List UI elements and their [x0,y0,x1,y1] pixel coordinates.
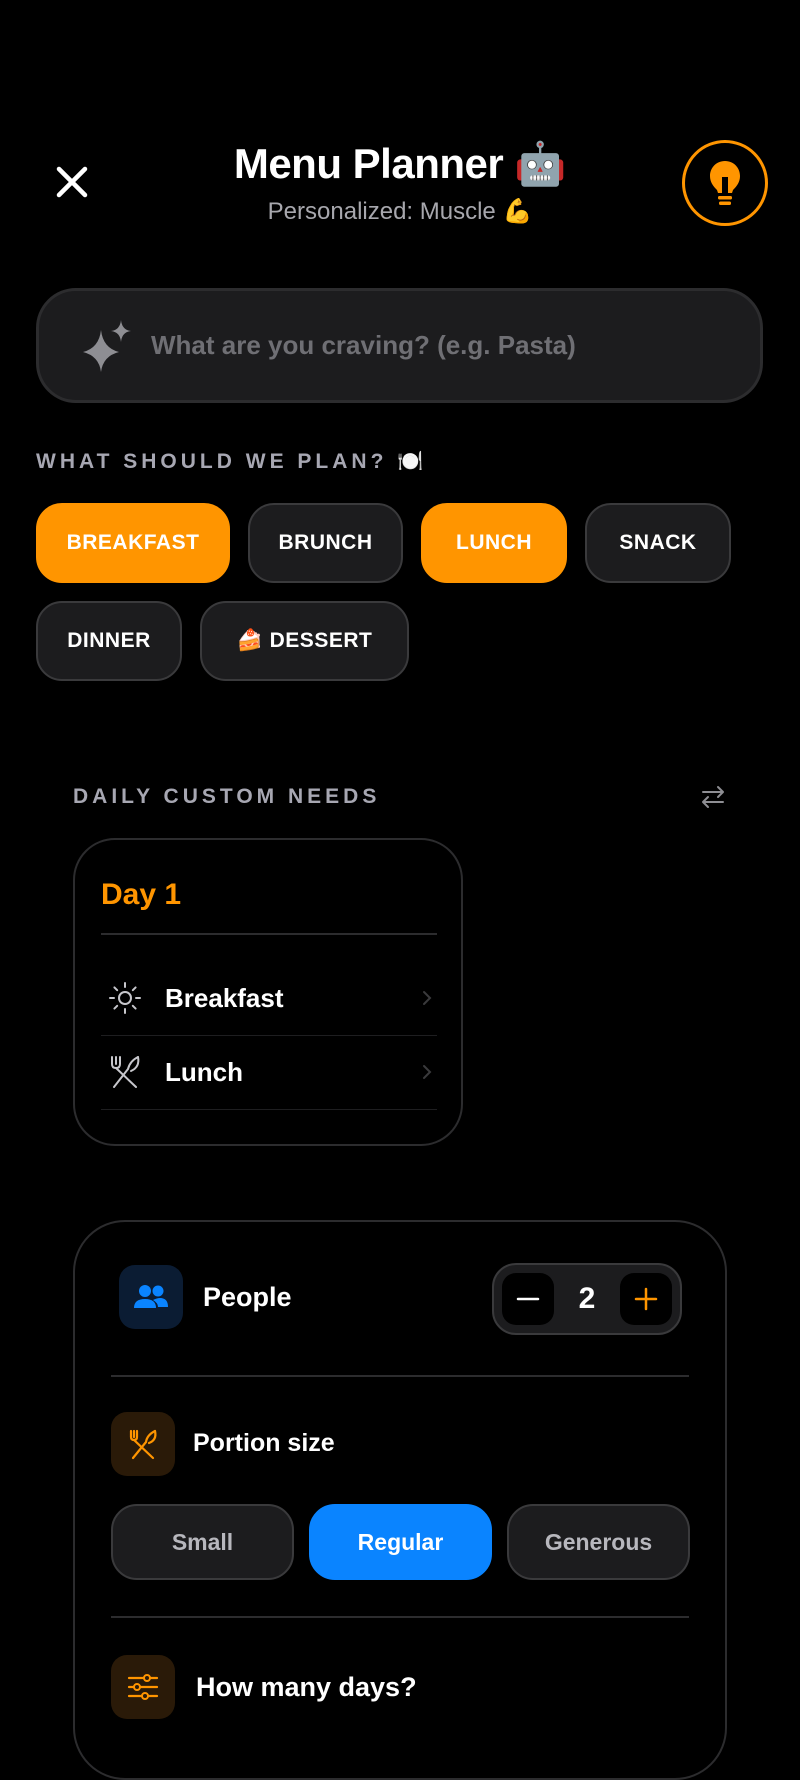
page-subtitle: Personalized: Muscle 💪 [267,198,533,225]
divider [111,1375,689,1377]
meal-label: Lunch [165,1056,243,1087]
day-card: Day 1 Breakfast Lunch [73,838,463,1146]
day-title: Day 1 [101,878,182,911]
page-title: Menu Planner 🤖 [233,140,567,187]
chevron-right-icon [417,1062,437,1082]
people-stepper: 2 [492,1263,682,1335]
search-input[interactable] [149,329,713,362]
craving-search [36,288,763,403]
meal-row-breakfast[interactable]: Breakfast [101,961,437,1036]
plus-icon [634,1287,658,1311]
portion-label: Portion size [193,1429,335,1457]
chip-dessert[interactable]: 🍰 DESSERT [200,601,409,681]
lightbulb-icon [710,161,740,205]
increment-button[interactable] [620,1273,672,1325]
divider [111,1616,689,1618]
portion-generous[interactable]: Generous [507,1504,690,1580]
divider [101,933,437,935]
daily-needs-label: DAILY CUSTOM NEEDS [73,785,381,808]
swap-button[interactable] [698,782,728,812]
minus-icon [516,1297,540,1301]
chip-lunch[interactable]: LUNCH [421,503,567,583]
tips-button[interactable] [682,140,768,226]
fork-knife-icon [111,1412,175,1476]
plan-section-label: WHAT SHOULD WE PLAN? 🍽️ [36,450,428,473]
people-count: 2 [578,1282,596,1315]
chip-brunch[interactable]: BRUNCH [248,503,403,583]
decrement-button[interactable] [502,1273,554,1325]
meal-row-lunch[interactable]: Lunch [101,1035,437,1110]
meal-label: Breakfast [165,982,284,1013]
days-label: How many days? [196,1672,417,1702]
people-label: People [203,1282,292,1312]
swap-arrows-icon [702,786,724,808]
sparkles-icon [77,316,137,376]
portion-small[interactable]: Small [111,1504,294,1580]
sun-icon [105,978,145,1018]
chip-snack[interactable]: SNACK [585,503,731,583]
chevron-right-icon [417,988,437,1008]
sliders-icon [111,1655,175,1719]
chip-dinner[interactable]: DINNER [36,601,182,681]
chip-breakfast[interactable]: BREAKFAST [36,503,230,583]
portion-regular[interactable]: Regular [309,1504,492,1580]
utensils-icon [105,1052,145,1092]
settings-card: People 2 Portion size Small Regular Gene… [73,1220,727,1780]
people-icon [119,1265,183,1329]
